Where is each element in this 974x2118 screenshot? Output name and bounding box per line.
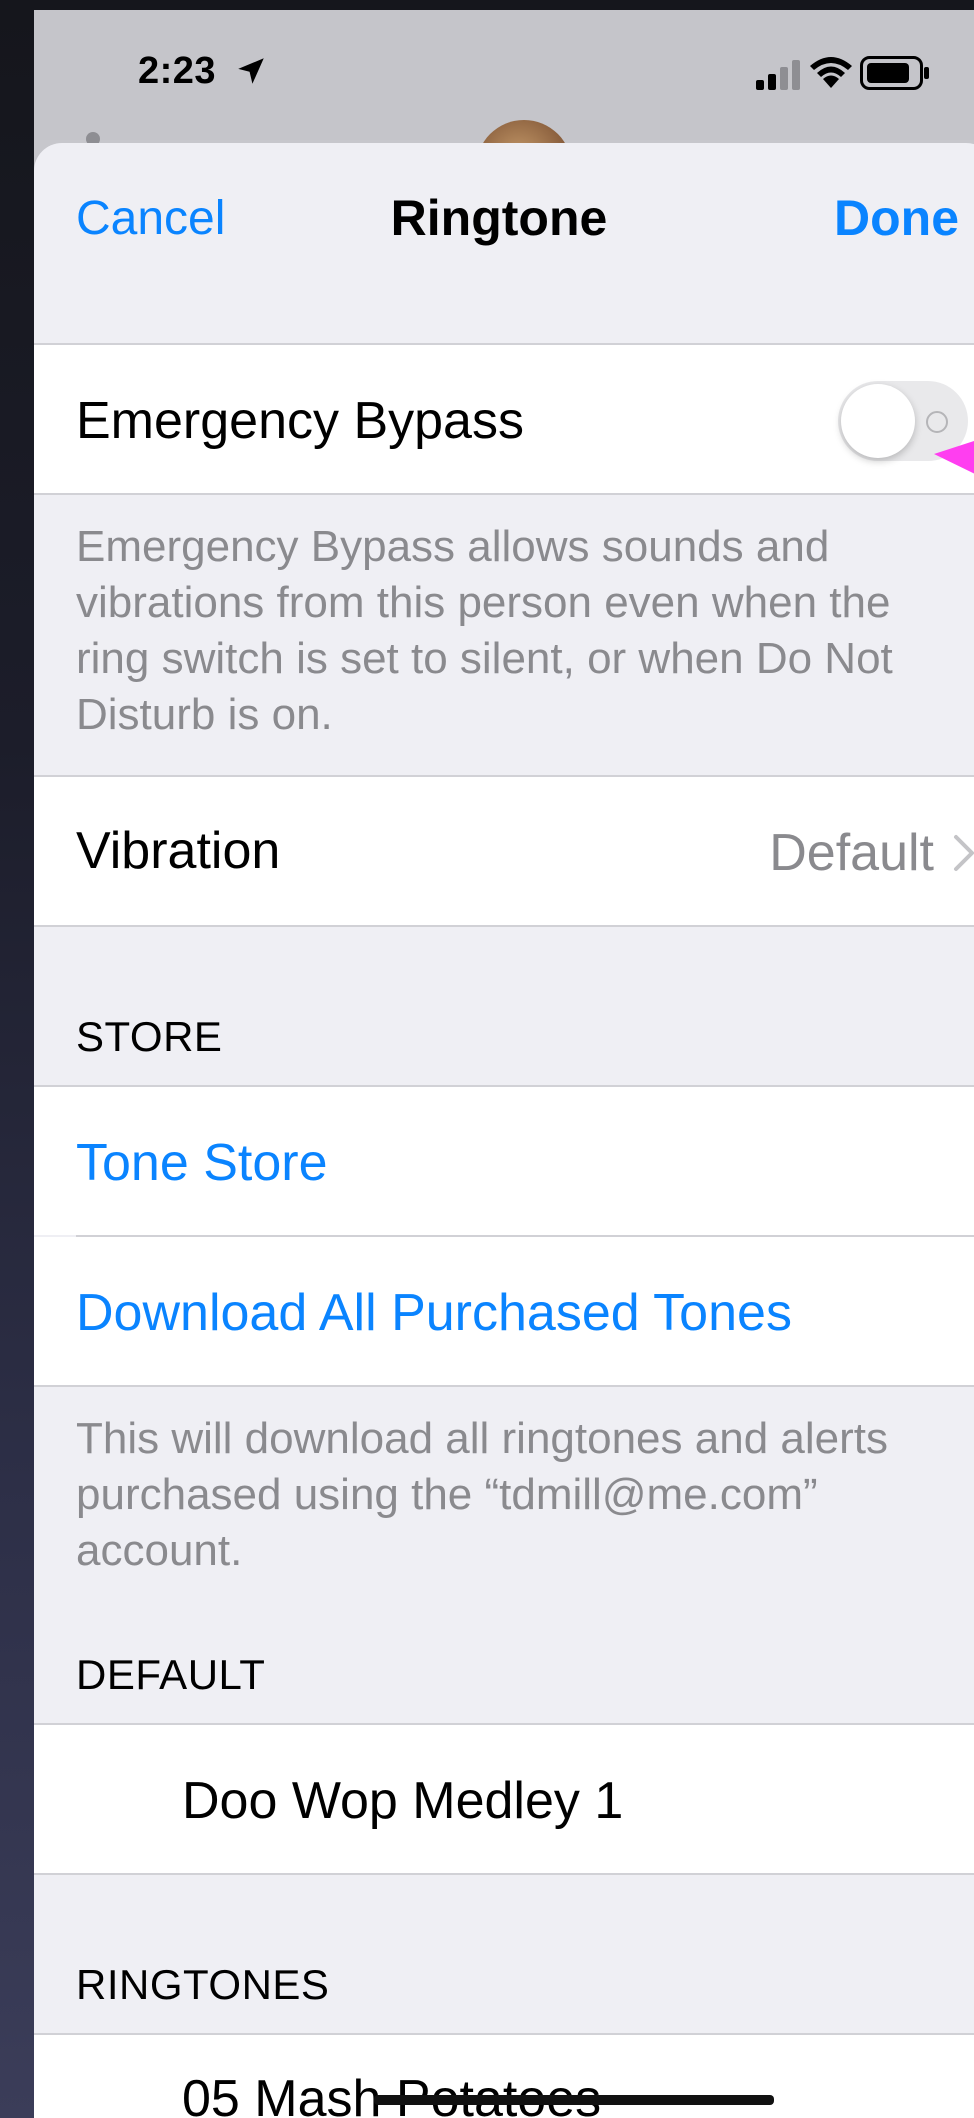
wifi-icon xyxy=(810,57,852,88)
status-bar: 2:23 xyxy=(34,10,974,216)
done-button[interactable]: Done xyxy=(834,189,959,247)
annotation-arrow-icon xyxy=(934,441,974,474)
vibration-value: Default xyxy=(769,824,934,882)
divider xyxy=(34,1385,974,1387)
redaction-mark xyxy=(374,2095,774,2105)
ringtones-section-header: RINGTONES xyxy=(76,1961,330,2008)
battery-icon xyxy=(860,56,929,90)
emergency-bypass-label: Emergency Bypass xyxy=(76,392,524,450)
divider xyxy=(34,493,974,495)
cancel-button[interactable]: Cancel xyxy=(76,191,225,246)
download-all-row[interactable]: Download All Purchased Tones xyxy=(34,1237,974,1385)
download-all-tones-link[interactable]: Download All Purchased Tones xyxy=(76,1283,792,1343)
navigation-bar: Cancel Ringtone Done xyxy=(34,143,974,343)
ringtone-sheet: Cancel Ringtone Done Emergency Bypass Em… xyxy=(34,143,974,2118)
default-tone-row[interactable]: Doo Wop Medley 1 xyxy=(34,1725,974,1873)
divider xyxy=(34,925,974,927)
ringtone-label: 05 Mash Potatoes xyxy=(182,2070,602,2118)
vibration-label: Vibration xyxy=(76,822,281,880)
toggle-knob xyxy=(841,384,915,458)
tone-store-link[interactable]: Tone Store xyxy=(76,1133,328,1193)
divider xyxy=(34,1873,974,1875)
chevron-right-icon xyxy=(954,835,974,871)
default-tone-label: Doo Wop Medley 1 xyxy=(182,1772,624,1830)
tone-store-row[interactable]: Tone Store xyxy=(34,1087,974,1235)
phone-screen: 2:23 Cancel Ringtone Done Emergency Bypa… xyxy=(34,10,974,2118)
cellular-signal-icon xyxy=(756,60,800,90)
location-arrow-icon xyxy=(238,58,264,84)
default-section-header: DEFAULT xyxy=(76,1651,266,1698)
emergency-bypass-row: Emergency Bypass xyxy=(34,345,974,493)
status-time: 2:23 xyxy=(138,50,217,92)
store-section-header: STORE xyxy=(76,1013,223,1060)
vibration-row[interactable]: Vibration Default xyxy=(34,777,974,925)
ringtone-row[interactable]: 05 Mash Potatoes xyxy=(34,2035,974,2118)
store-footer: This will download all ringtones and ale… xyxy=(76,1414,888,1575)
emergency-bypass-footer: Emergency Bypass allows sounds and vibra… xyxy=(76,522,893,739)
page-title: Ringtone xyxy=(390,190,608,246)
